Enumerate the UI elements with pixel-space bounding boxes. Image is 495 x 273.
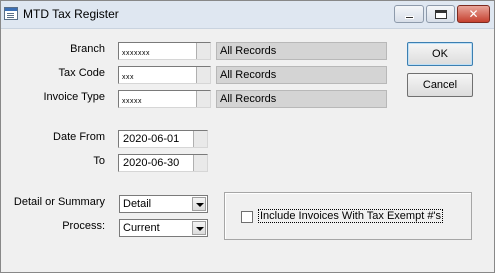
app-icon — [4, 7, 18, 20]
invoice-type-description: All Records — [216, 90, 387, 108]
process-value: Current — [123, 222, 160, 234]
date-from-label: Date From — [53, 131, 105, 143]
tax-code-value: xxx — [122, 74, 134, 81]
include-tax-exempt-label[interactable]: Include Invoices With Tax Exempt #'s — [258, 209, 444, 223]
tax-code-label: Tax Code — [58, 67, 105, 79]
invoice-type-lookup-button[interactable] — [196, 91, 210, 107]
process-select[interactable]: Current — [119, 219, 208, 237]
branch-field[interactable]: xxxxxxx — [118, 42, 211, 60]
date-to-field[interactable]: 2020-06-30 — [118, 154, 208, 172]
window-title: MTD Tax Register — [23, 7, 119, 21]
minimize-button[interactable] — [394, 5, 424, 23]
detail-or-summary-value: Detail — [123, 198, 152, 210]
invoice-type-label: Invoice Type — [43, 91, 105, 103]
process-label: Process: — [62, 220, 105, 232]
branch-label: Branch — [70, 43, 105, 55]
detail-or-summary-label: Detail or Summary — [13, 196, 105, 208]
include-tax-exempt-checkbox[interactable] — [241, 211, 253, 223]
tax-code-lookup-button[interactable] — [196, 67, 210, 83]
mtd-tax-register-window: MTD Tax Register ✕ Branch xxxxxxx All Re… — [0, 0, 495, 273]
close-icon: ✕ — [468, 7, 479, 21]
maximize-icon — [435, 10, 447, 19]
date-from-value: 2020-06-01 — [123, 133, 180, 145]
tax-code-description: All Records — [216, 66, 387, 84]
invoice-type-field[interactable]: xxxxx — [118, 90, 211, 108]
chevron-down-icon[interactable] — [192, 197, 206, 211]
title-bar: MTD Tax Register ✕ — [1, 1, 494, 29]
branch-lookup-button[interactable] — [196, 43, 210, 59]
date-to-value: 2020-06-30 — [123, 157, 180, 169]
invoice-type-value: xxxxx — [122, 98, 142, 105]
tax-code-field[interactable]: xxx — [118, 66, 211, 84]
date-from-field[interactable]: 2020-06-01 — [118, 130, 208, 148]
maximize-button[interactable] — [426, 5, 455, 23]
cancel-button[interactable]: Cancel — [407, 73, 473, 97]
branch-value: xxxxxxx — [122, 50, 150, 57]
date-to-label: To — [93, 155, 105, 167]
chevron-down-icon[interactable] — [192, 221, 206, 235]
minimize-icon — [405, 16, 414, 19]
close-button[interactable]: ✕ — [457, 5, 490, 23]
date-from-picker-button[interactable] — [193, 131, 207, 147]
branch-description: All Records — [216, 42, 387, 60]
ok-button[interactable]: OK — [407, 42, 473, 66]
date-to-picker-button[interactable] — [193, 155, 207, 171]
detail-or-summary-select[interactable]: Detail — [119, 195, 208, 213]
